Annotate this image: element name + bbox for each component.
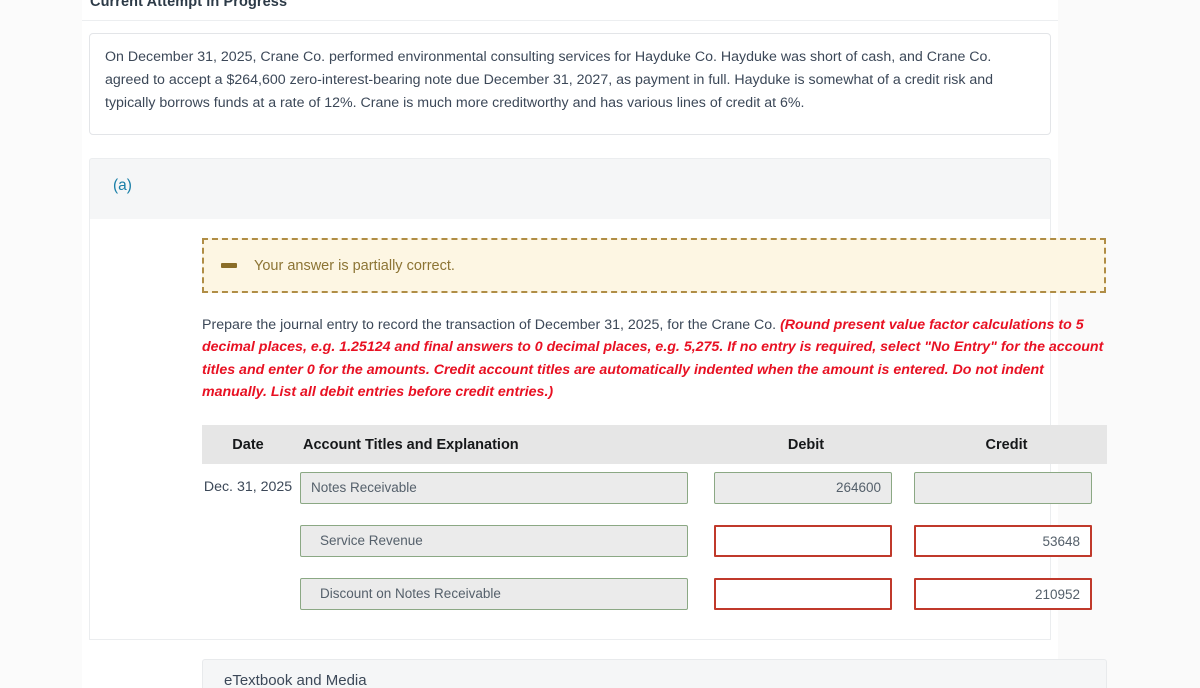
- instruction-lead: Prepare the journal entry to record the …: [202, 317, 781, 333]
- etextbook-and-media-section[interactable]: eTextbook and Media: [202, 659, 1107, 688]
- row-date-cell: [202, 517, 294, 530]
- account-title-select[interactable]: Service Revenue: [300, 525, 688, 557]
- problem-statement-text: On December 31, 2025, Crane Co. performe…: [105, 49, 994, 111]
- section-label: (a): [113, 177, 132, 194]
- attempt-status-title: Current Attempt in Progress: [90, 0, 288, 10]
- row-credit-cell: 210952: [906, 570, 1107, 610]
- credit-amount-input[interactable]: 210952: [914, 578, 1092, 610]
- debit-amount-input[interactable]: 264600: [714, 472, 892, 504]
- left-gutter: [0, 0, 82, 688]
- row-credit-cell: [906, 464, 1107, 504]
- credit-amount-input[interactable]: [914, 472, 1092, 504]
- row-date-cell: [202, 570, 294, 583]
- row-debit-cell: [706, 517, 906, 557]
- problem-statement-card: On December 31, 2025, Crane Co. performe…: [89, 33, 1051, 135]
- row-debit-cell: 264600: [706, 464, 906, 504]
- alert-message: Your answer is partially correct.: [254, 257, 455, 274]
- account-title-select[interactable]: Notes Receivable: [300, 472, 688, 504]
- row-account-cell: Service Revenue: [294, 517, 706, 557]
- minus-icon: [221, 263, 237, 268]
- partial-correct-alert: Your answer is partially correct.: [202, 238, 1106, 293]
- credit-amount-input[interactable]: 53648: [914, 525, 1092, 557]
- table-header-row: Date Account Titles and Explanation Debi…: [202, 425, 1107, 464]
- table-row: Service Revenue 53648: [202, 517, 1107, 570]
- section-header-band: (a): [89, 158, 1051, 219]
- journal-entry-table: Date Account Titles and Explanation Debi…: [202, 425, 1107, 623]
- assignment-page: Current Attempt in Progress On December …: [0, 0, 1200, 688]
- row-date-cell: Dec. 31, 2025: [203, 479, 293, 495]
- header-divider: [82, 20, 1058, 21]
- question-panel: Current Attempt in Progress On December …: [82, 0, 1107, 688]
- table-row: Discount on Notes Receivable 210952: [202, 570, 1107, 623]
- account-title-select[interactable]: Discount on Notes Receivable: [300, 578, 688, 610]
- row-account-cell: Notes Receivable: [294, 464, 706, 504]
- debit-amount-input[interactable]: [714, 578, 892, 610]
- table-row: Dec. 31, 2025 Notes Receivable 264600: [202, 464, 1107, 517]
- debit-amount-input[interactable]: [714, 525, 892, 557]
- instruction-paragraph: Prepare the journal entry to record the …: [202, 314, 1112, 404]
- column-header-account: Account Titles and Explanation: [303, 436, 519, 453]
- row-credit-cell: 53648: [906, 517, 1107, 557]
- column-header-debit: Debit: [787, 436, 825, 453]
- row-account-cell: Discount on Notes Receivable: [294, 570, 706, 610]
- column-header-credit: Credit: [985, 436, 1028, 453]
- row-debit-cell: [706, 570, 906, 610]
- etextbook-and-media-label: eTextbook and Media: [224, 672, 367, 688]
- column-header-date: Date: [232, 436, 264, 453]
